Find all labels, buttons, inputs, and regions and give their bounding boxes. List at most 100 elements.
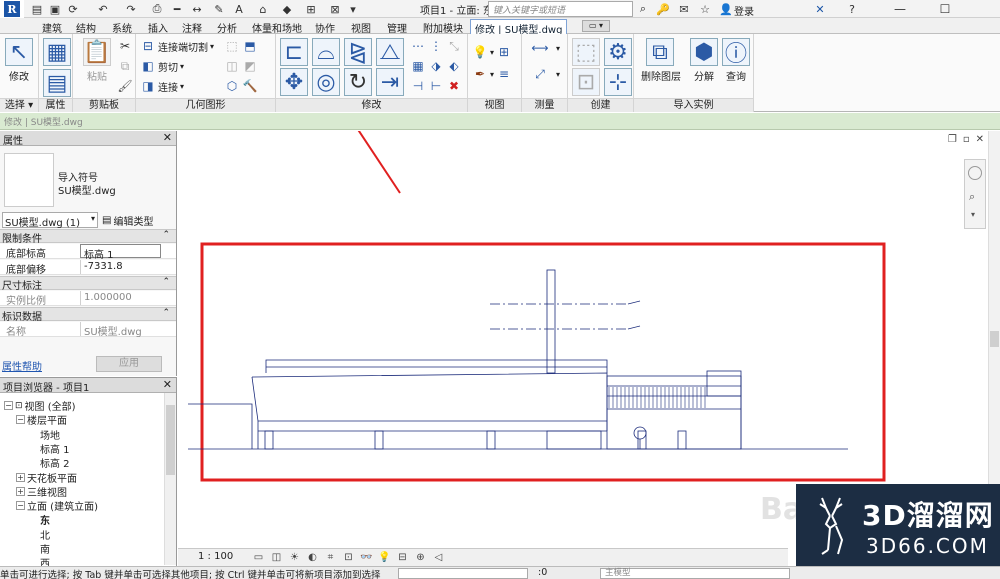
- expand-icon[interactable]: +: [16, 472, 25, 482]
- tab-systems[interactable]: 系统: [108, 19, 136, 35]
- browser-node[interactable]: − ⊡ 视图 (全部): [4, 398, 76, 413]
- create-parts-button[interactable]: ⚙: [604, 38, 632, 66]
- section-identity-data[interactable]: 标识数据 ⌃: [0, 307, 176, 323]
- login-link[interactable]: 登录: [734, 3, 754, 18]
- rotate-button[interactable]: ↻: [344, 68, 372, 96]
- navigation-bar[interactable]: ⌕ ▾: [964, 159, 986, 229]
- detail-level-icon[interactable]: ▭: [252, 551, 265, 564]
- mirror-draw-button[interactable]: ⧍: [376, 38, 404, 66]
- tab-massing-site[interactable]: 体量和场地: [248, 19, 306, 35]
- tab-analyze[interactable]: 分析: [213, 19, 241, 35]
- restore-view-icon[interactable]: ❐: [948, 134, 957, 145]
- browser-scrollbar[interactable]: [164, 393, 176, 565]
- tab-insert[interactable]: 插入: [144, 19, 172, 35]
- zoom-icon[interactable]: ⌕: [969, 190, 975, 204]
- search-icon[interactable]: ⌕: [635, 1, 651, 17]
- hide-element-button[interactable]: 💡 ▾ ⊞: [472, 44, 512, 60]
- sun-path-icon[interactable]: ☀: [288, 551, 301, 564]
- explode-label[interactable]: 分解: [686, 68, 722, 83]
- minimize-button[interactable]: —: [880, 0, 920, 18]
- tab-addins[interactable]: 附加模块: [419, 19, 467, 35]
- qat-dropdown-icon[interactable]: ▾: [346, 2, 360, 16]
- base-level-field[interactable]: 标高 1: [80, 244, 161, 261]
- steering-wheel-icon[interactable]: [968, 166, 982, 180]
- thin-lines-icon[interactable]: ⊞: [304, 2, 318, 16]
- edit-type-button[interactable]: ▤ 编辑类型: [102, 212, 174, 228]
- properties-help-link[interactable]: 属性帮助: [2, 358, 42, 373]
- select-panel-label[interactable]: 选择 ▾: [0, 98, 38, 112]
- section-constraints[interactable]: 限制条件 ⌃: [0, 229, 176, 245]
- tag-icon[interactable]: ✎: [212, 2, 226, 16]
- reveal-hidden-icon[interactable]: 💡: [378, 551, 391, 564]
- browser-node[interactable]: − 立面 (建筑立面): [16, 498, 98, 513]
- close-icon[interactable]: ✕: [163, 378, 172, 391]
- open-icon[interactable]: ▤: [30, 2, 44, 16]
- visual-style-icon[interactable]: ◫: [270, 551, 283, 564]
- close-icon[interactable]: ✕: [163, 131, 172, 144]
- browser-node[interactable]: − 楼层平面: [16, 412, 67, 427]
- save-icon[interactable]: ▣: [48, 2, 62, 16]
- apply-button[interactable]: 应用: [96, 356, 162, 372]
- copy-button[interactable]: ⧉: [117, 58, 133, 74]
- delete-layers-icon-button[interactable]: ⧉: [646, 38, 674, 66]
- linework-button[interactable]: ✒ ▾ ≡: [472, 66, 512, 82]
- type-selector[interactable]: SU模型.dwg (1) ▾: [2, 212, 98, 229]
- tab-manage[interactable]: 管理: [383, 19, 411, 35]
- cut-geometry-button[interactable]: ◧ 剪切 ▾: [140, 58, 184, 74]
- tab-collaborate[interactable]: 协作: [311, 19, 339, 35]
- subscription-icon[interactable]: 🔑: [655, 1, 671, 17]
- shadows-icon[interactable]: ◐: [306, 551, 319, 564]
- analytical-model-icon[interactable]: ⊕: [414, 551, 427, 564]
- type-properties-button[interactable]: ▤: [43, 69, 71, 97]
- sync-icon[interactable]: ⟳: [66, 2, 80, 16]
- temp-hide-icon[interactable]: 👓: [360, 551, 373, 564]
- scroll-thumb[interactable]: [990, 331, 999, 347]
- crop-view-icon[interactable]: ⌗: [324, 551, 337, 564]
- delete-layers-label[interactable]: 删除图层: [638, 68, 684, 83]
- close-view-icon[interactable]: ✕: [976, 134, 984, 145]
- base-offset-field[interactable]: -7331.8: [80, 260, 161, 274]
- array-button[interactable]: ▦ ⬗ ⬖: [410, 58, 462, 74]
- dimension-ribbon-button[interactable]: ⤢ ▾: [526, 66, 560, 82]
- communication-icon[interactable]: ✉: [676, 1, 692, 17]
- split-face-button[interactable]: ◫ ◩: [224, 58, 258, 74]
- mirror-axis-button[interactable]: ⧎: [344, 38, 372, 66]
- create-assembly-button[interactable]: ⬚: [572, 38, 600, 66]
- redo-icon[interactable]: ↷: [124, 2, 138, 16]
- minimize-view-icon[interactable]: ▫: [963, 134, 970, 145]
- worksharing-icon[interactable]: ⊟: [396, 551, 409, 564]
- copy-modify-button[interactable]: ◎: [312, 68, 340, 96]
- properties-button[interactable]: ▦: [43, 38, 71, 66]
- section-dimensions[interactable]: 尺寸标注 ⌃: [0, 276, 176, 292]
- offset-button[interactable]: ⌓: [312, 38, 340, 66]
- browser-node[interactable]: 东: [28, 512, 50, 527]
- ribbon-display-toggle[interactable]: ▭ ▾: [582, 20, 610, 32]
- browser-node[interactable]: 标高 1: [28, 441, 70, 456]
- join-cut-button[interactable]: ⊟ 连接端切割 ▾: [140, 38, 214, 54]
- help-icon[interactable]: ?: [844, 1, 860, 17]
- browser-node[interactable]: 北: [28, 527, 50, 542]
- dimension-icon[interactable]: ↔: [190, 2, 204, 16]
- match-properties-button[interactable]: 🖌: [117, 78, 133, 94]
- maximize-button[interactable]: ☐: [925, 0, 965, 18]
- view-scale[interactable]: 1 : 100: [198, 551, 233, 562]
- user-icon[interactable]: 👤: [718, 1, 734, 17]
- section-icon[interactable]: ◆: [280, 2, 294, 16]
- undo-icon[interactable]: ↶: [96, 2, 110, 16]
- modify-button[interactable]: ↖: [5, 38, 33, 66]
- show-crop-icon[interactable]: ⊡: [342, 551, 355, 564]
- join-geometry-button[interactable]: ◨ 连接 ▾: [140, 78, 184, 94]
- paste-button[interactable]: 📋: [83, 38, 111, 66]
- move-button[interactable]: ✥: [280, 68, 308, 96]
- measure-button[interactable]: ⟷ ▾: [526, 40, 560, 56]
- scroll-thumb[interactable]: [166, 405, 175, 475]
- design-option-field[interactable]: 主模型: [600, 568, 790, 579]
- demolish-button[interactable]: ⬡ 🔨: [224, 78, 258, 94]
- delete-button[interactable]: ⊣ ⊢ ✖: [410, 78, 462, 94]
- create-similar-button[interactable]: ⊡: [572, 68, 600, 96]
- search-input[interactable]: 键入关键字或短语: [488, 1, 633, 17]
- wall-joins-button[interactable]: ⬚ ⬒: [224, 38, 258, 54]
- browser-node[interactable]: + 三维视图: [16, 484, 67, 499]
- text-icon[interactable]: A: [232, 2, 246, 16]
- expand-icon[interactable]: +: [16, 486, 25, 496]
